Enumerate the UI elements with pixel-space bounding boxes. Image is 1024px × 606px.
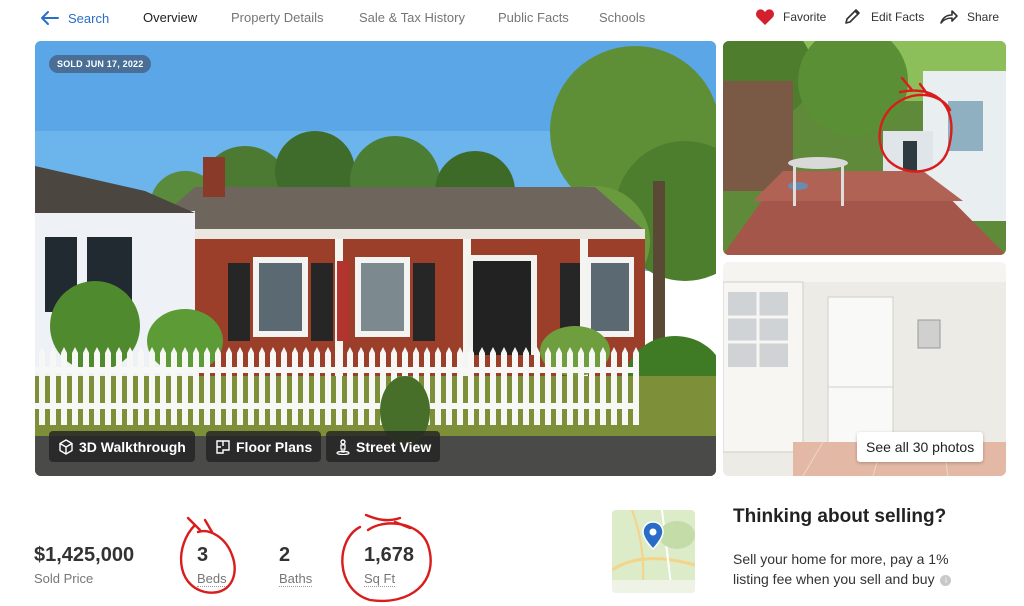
pencil-icon <box>845 9 860 24</box>
tab-schools[interactable]: Schools <box>599 10 645 25</box>
baths-stat[interactable]: 2 Baths <box>279 543 313 588</box>
sold-price-label: Sold Price <box>34 571 94 586</box>
main-house-photo[interactable] <box>35 41 716 476</box>
beds-label: Beds <box>197 571 227 587</box>
back-arrow-icon <box>41 11 59 25</box>
back-label: Search <box>68 10 110 26</box>
floor-plans-button[interactable]: Floor Plans <box>206 431 322 462</box>
edit-facts-label: Edit Facts <box>871 10 925 24</box>
tab-property-details[interactable]: Property Details <box>231 10 323 25</box>
see-all-photos-button[interactable]: See all 30 photos <box>857 432 984 462</box>
share-icon <box>940 10 958 24</box>
backyard-photo[interactable] <box>723 41 1006 255</box>
info-icon[interactable]: i <box>940 575 952 586</box>
back-to-search-link[interactable]: Search <box>40 10 109 26</box>
3d-walkthrough-button[interactable]: 3D Walkthrough <box>49 431 195 462</box>
heart-icon <box>756 9 774 25</box>
cube-icon <box>59 438 73 455</box>
top-nav: Search Overview Property Details Sale & … <box>0 0 1024 36</box>
sold-price-value: $1,425,000 <box>34 544 135 566</box>
street-view-icon <box>336 438 350 455</box>
floorplan-icon <box>216 439 230 454</box>
beds-value: 3 <box>197 544 209 566</box>
favorite-button[interactable]: Favorite <box>755 8 826 26</box>
selling-title: Thinking about selling? <box>733 506 947 527</box>
favorite-label: Favorite <box>783 10 827 24</box>
tab-public-facts[interactable]: Public Facts <box>498 10 569 25</box>
baths-value: 2 <box>279 544 291 566</box>
share-button[interactable]: Share <box>939 8 999 26</box>
selling-text: Sell your home for more, pay a 1% listin… <box>733 549 973 589</box>
beds-stat[interactable]: 3 Beds <box>197 543 227 588</box>
tab-overview[interactable]: Overview <box>143 10 197 25</box>
annotation-tick-beds <box>186 516 214 534</box>
street-view-label: Street View <box>356 438 432 455</box>
sqft-stat[interactable]: 1,678 Sq Ft <box>364 543 414 588</box>
3d-walkthrough-label: 3D Walkthrough <box>79 438 186 455</box>
street-view-button[interactable]: Street View <box>326 431 441 462</box>
annotation-tick-sqft <box>364 513 412 530</box>
baths-label: Baths <box>279 571 313 587</box>
tab-sale-tax-history[interactable]: Sale & Tax History <box>359 10 465 25</box>
edit-facts-button[interactable]: Edit Facts <box>843 8 924 26</box>
share-label: Share <box>967 10 1000 24</box>
sold-date-badge: SOLD JUN 17, 2022 <box>49 55 152 73</box>
sold-price-stat: $1,425,000 Sold Price <box>34 543 134 586</box>
sqft-value: 1,678 <box>364 544 415 566</box>
selling-description: Sell your home for more, pay a 1% listin… <box>733 551 949 587</box>
floor-plans-label: Floor Plans <box>236 438 313 455</box>
map-thumbnail[interactable] <box>612 510 695 593</box>
sqft-label: Sq Ft <box>364 571 396 587</box>
